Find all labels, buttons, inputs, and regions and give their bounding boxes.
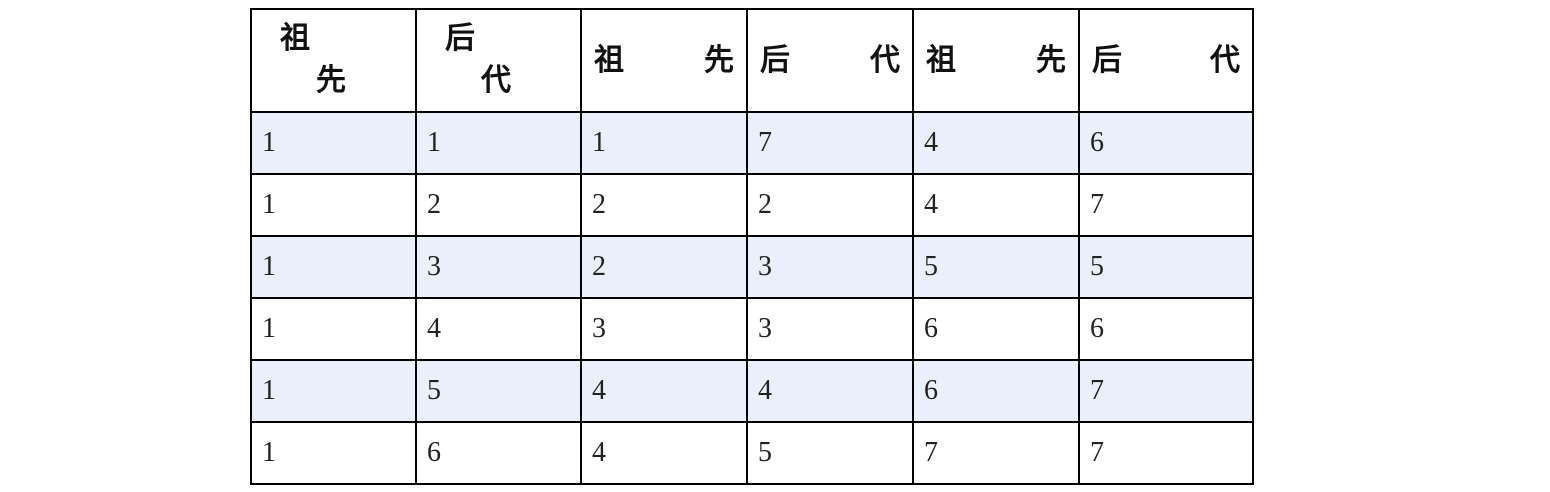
table-cell: 1 [580, 111, 748, 175]
header-text-top: 祖 [280, 21, 310, 56]
table-cell: 5 [746, 421, 914, 485]
table-cell: 3 [746, 235, 914, 299]
table-cell: 6 [912, 297, 1080, 361]
table-cell: 2 [415, 173, 582, 237]
table-cell: 1 [250, 111, 417, 175]
table-cell: 3 [415, 235, 582, 299]
table-cell: 5 [1078, 235, 1254, 299]
table-cell: 1 [250, 173, 417, 237]
table-cell: 7 [1078, 173, 1254, 237]
header-text-bottom: 代 [481, 63, 511, 98]
header-cell-ancestor-2: 祖 先 [580, 8, 748, 113]
header-text-right: 代 [1210, 42, 1240, 78]
table-cell: 1 [415, 111, 582, 175]
header-text-left: 后 [760, 42, 790, 78]
table-cell: 5 [415, 359, 582, 423]
table-cell: 4 [580, 421, 748, 485]
table-cell: 3 [746, 297, 914, 361]
table-row: 1 1 1 7 4 6 [250, 111, 1254, 175]
ancestor-descendant-table-container: 祖 先 后 代 祖 先 后 代 祖 先 后 代 1 1 1 7 4 6 1 2 … [250, 8, 1254, 485]
header-text-left: 祖 [594, 42, 624, 78]
table-cell: 2 [746, 173, 914, 237]
header-text-bottom: 先 [316, 63, 346, 98]
table-cell: 6 [1078, 297, 1254, 361]
table-cell: 4 [912, 173, 1080, 237]
table-cell: 5 [912, 235, 1080, 299]
header-row: 祖 先 后 代 祖 先 后 代 祖 先 后 代 [250, 8, 1254, 113]
header-cell-descendant-2: 后 代 [746, 8, 914, 113]
table-row: 1 3 2 3 5 5 [250, 235, 1254, 299]
table-cell: 2 [580, 235, 748, 299]
table-row: 1 5 4 4 6 7 [250, 359, 1254, 423]
table-cell: 7 [1078, 421, 1254, 485]
header-text-right: 先 [704, 42, 734, 78]
table-cell: 4 [912, 111, 1080, 175]
table-cell: 2 [580, 173, 748, 237]
table-row: 1 6 4 5 7 7 [250, 421, 1254, 485]
header-text-left: 祖 [926, 42, 956, 78]
table-cell: 7 [746, 111, 914, 175]
table-cell: 1 [250, 235, 417, 299]
table-cell: 1 [250, 359, 417, 423]
table-row: 1 4 3 3 6 6 [250, 297, 1254, 361]
table-cell: 4 [415, 297, 582, 361]
table-cell: 1 [250, 297, 417, 361]
header-cell-descendant-3: 后 代 [1078, 8, 1254, 113]
table-cell: 6 [1078, 111, 1254, 175]
table-cell: 4 [580, 359, 748, 423]
table-row: 1 2 2 2 4 7 [250, 173, 1254, 237]
header-cell-descendant-1: 后 代 [415, 8, 582, 113]
table-cell: 3 [580, 297, 748, 361]
table-cell: 1 [250, 421, 417, 485]
header-cell-ancestor-1: 祖 先 [250, 8, 417, 113]
header-cell-ancestor-3: 祖 先 [912, 8, 1080, 113]
header-text-right: 先 [1036, 42, 1066, 78]
ancestor-descendant-table: 祖 先 后 代 祖 先 后 代 祖 先 后 代 1 1 1 7 4 6 1 2 … [250, 8, 1254, 485]
table-cell: 7 [1078, 359, 1254, 423]
table-cell: 6 [912, 359, 1080, 423]
header-text-top: 后 [445, 21, 475, 56]
table-cell: 4 [746, 359, 914, 423]
table-cell: 6 [415, 421, 582, 485]
table-cell: 7 [912, 421, 1080, 485]
header-text-right: 代 [870, 42, 900, 78]
header-text-left: 后 [1092, 42, 1122, 78]
